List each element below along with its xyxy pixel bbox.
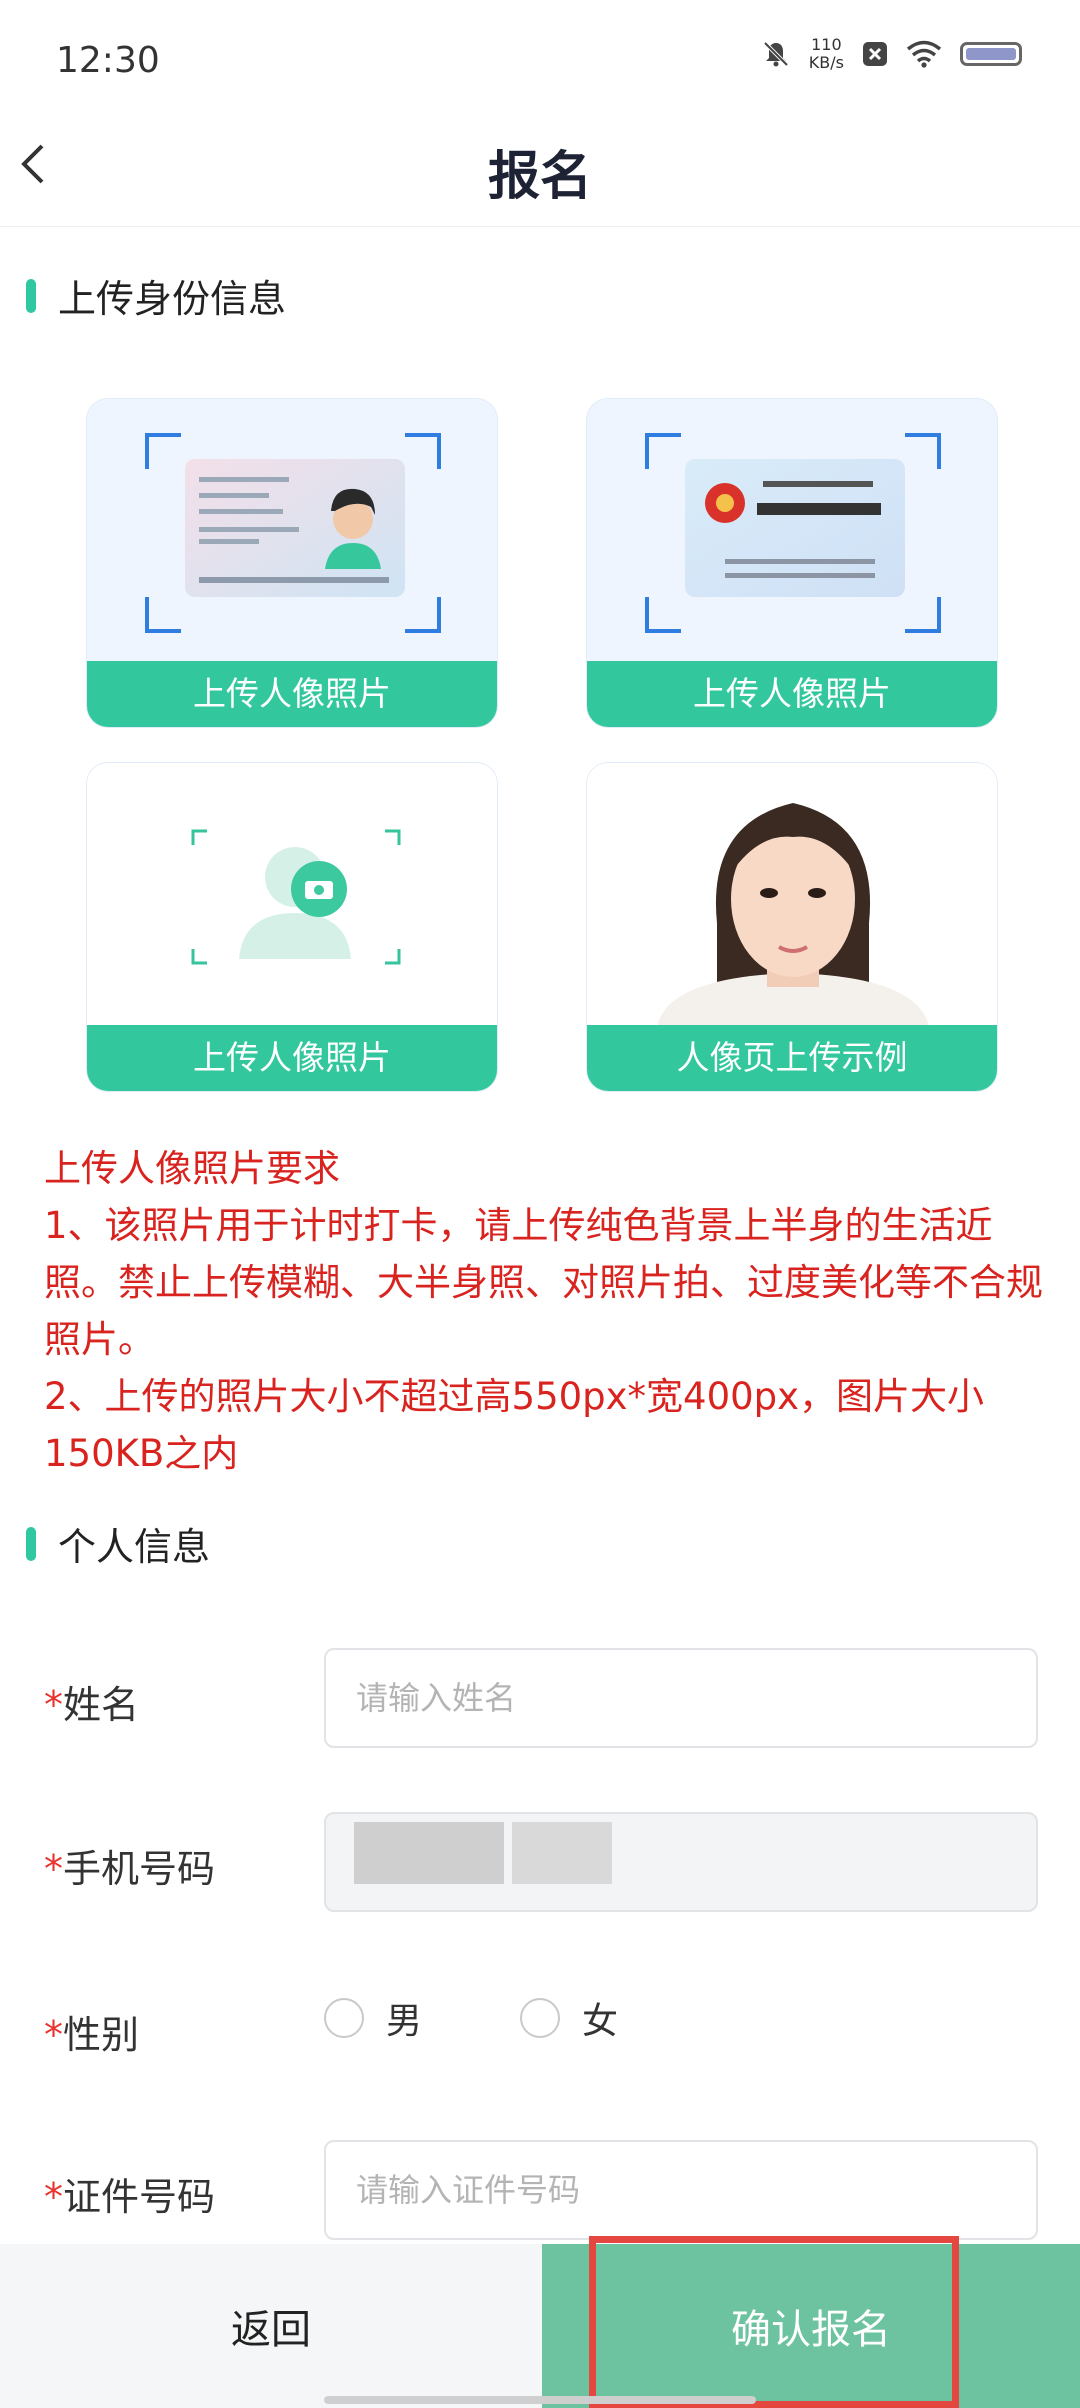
upload-card-label: 上传人像照片 <box>87 1025 497 1091</box>
example-card-label: 人像页上传示例 <box>587 1025 997 1091</box>
portrait-example-image <box>587 763 997 1027</box>
requirement-item-1: 1、该照片用于计时打卡，请上传纯色背景上半身的生活近照。禁止上传模糊、大半身照、… <box>44 1204 1043 1361</box>
gender-label-text: 性别 <box>63 2013 140 2057</box>
section-upload-title: 上传身份信息 <box>26 268 286 323</box>
upload-card-portrait[interactable]: 上传人像照片 <box>86 762 498 1092</box>
portrait-placeholder-icon <box>239 847 351 959</box>
section-marker <box>26 1526 36 1561</box>
upload-card-label: 上传人像照片 <box>87 661 497 727</box>
network-speed: 110 KB/s <box>809 36 844 72</box>
id-number-label: *证件号码 <box>44 2166 215 2221</box>
bottom-action-bar: 返回 确认报名 <box>0 2244 1080 2408</box>
close-box-icon <box>863 42 887 66</box>
required-mark: * <box>44 2013 63 2057</box>
upload-card-label: 上传人像照片 <box>587 661 997 727</box>
name-label: *姓名 <box>44 1674 139 1729</box>
back-button[interactable]: 返回 <box>0 2244 542 2408</box>
nav-bar: 报名 <box>0 120 1080 227</box>
status-icons: 110 KB/s <box>761 36 1022 72</box>
network-speed-unit: KB/s <box>808 53 844 72</box>
required-mark: * <box>44 2175 63 2219</box>
phone-label: *手机号码 <box>44 1838 215 1893</box>
page-title: 报名 <box>487 147 592 207</box>
home-indicator <box>324 2396 756 2404</box>
gender-female-radio[interactable]: 女 <box>520 1992 618 2044</box>
id-card-back-icon <box>685 459 905 597</box>
phone-redacted <box>354 1822 504 1884</box>
wifi-icon <box>906 40 942 68</box>
radio-circle-icon[interactable] <box>520 1998 560 2038</box>
battery-icon <box>960 42 1022 66</box>
status-time: 12:30 <box>56 40 160 81</box>
section-personal-title: 个人信息 <box>26 1516 210 1571</box>
status-bar: 12:30 110 KB/s <box>0 0 1080 120</box>
confirm-signup-button[interactable]: 确认报名 <box>542 2244 1080 2408</box>
gender-male-label: 男 <box>386 2001 423 2042</box>
gender-label: *性别 <box>44 2004 139 2059</box>
gender-female-label: 女 <box>582 2001 619 2042</box>
requirements-title: 上传人像照片要求 <box>44 1147 340 1190</box>
radio-circle-icon[interactable] <box>324 1998 364 2038</box>
id-card-front-icon <box>185 459 405 597</box>
photo-requirements: 上传人像照片要求 1、该照片用于计时打卡，请上传纯色背景上半身的生活近照。禁止上… <box>44 1140 1054 1482</box>
required-mark: * <box>44 1847 63 1891</box>
network-speed-value: 110 <box>811 35 842 54</box>
required-mark: * <box>44 1683 63 1727</box>
phone-redacted <box>512 1822 612 1884</box>
gender-male-radio[interactable]: 男 <box>324 1992 422 2044</box>
id-number-input[interactable] <box>324 2140 1038 2240</box>
example-card-portrait: 人像页上传示例 <box>586 762 998 1092</box>
section-personal-label: 个人信息 <box>58 1525 211 1569</box>
section-upload-label: 上传身份信息 <box>58 277 287 321</box>
section-marker <box>26 278 36 313</box>
bell-mute-icon <box>763 41 789 67</box>
phone-label-text: 手机号码 <box>63 1847 216 1891</box>
phone-field <box>324 1812 1038 1912</box>
name-label-text: 姓名 <box>63 1683 140 1727</box>
upload-card-id-back[interactable]: 上传人像照片 <box>586 398 998 728</box>
name-input[interactable] <box>324 1648 1038 1748</box>
upload-card-id-front[interactable]: 上传人像照片 <box>86 398 498 728</box>
requirement-item-2: 2、上传的照片大小不超过高550px*宽400px，图片大小150KB之内 <box>44 1375 985 1475</box>
id-number-label-text: 证件号码 <box>63 2175 216 2219</box>
